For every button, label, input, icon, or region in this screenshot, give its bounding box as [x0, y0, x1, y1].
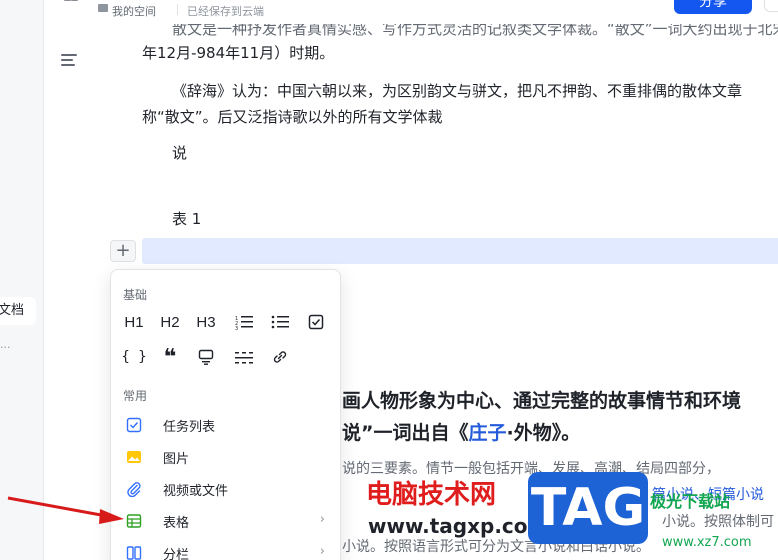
heading1-tool[interactable]: H1: [121, 309, 147, 335]
watermark-logo: TAG: [528, 472, 648, 544]
quote-label: ❝: [163, 344, 177, 370]
menu-item-image[interactable]: 图片: [115, 442, 337, 472]
doc-paragraph-line: 说: [172, 144, 188, 162]
menu-section-basic: 基础: [123, 288, 148, 302]
menu-item-table[interactable]: 表格 ›: [115, 506, 337, 536]
menu-item-task-list[interactable]: 任务列表: [115, 410, 337, 440]
breadcrumb-divider: [177, 4, 178, 15]
heading3-label: H3: [196, 313, 216, 331]
svg-text:3: 3: [235, 326, 238, 330]
doc-paragraph-line: 称“散文”。后又泛指诗歌以外的所有文学体裁: [142, 108, 443, 126]
doc-body-line: 小说。按照体制可: [662, 514, 774, 530]
menu-item-label: 任务列表: [163, 420, 216, 435]
watermark-title: 电脑技术网: [366, 480, 497, 510]
heading2-label: H2: [160, 313, 180, 331]
doc-heading-line-2: 说”一词出自《庄子·外物》。: [342, 418, 580, 445]
heading-link[interactable]: 庄子: [469, 422, 507, 444]
more-button[interactable]: [764, 0, 778, 12]
insert-block-button[interactable]: +: [110, 240, 136, 262]
menu-item-label: 表格: [163, 516, 190, 531]
checkbox-icon[interactable]: [303, 309, 329, 335]
doc-paragraph-line: 《辞海》认为：中国六朝以来，为区别韵文与骈文，把凡不押韵、不重排偶的散体文章: [172, 82, 743, 100]
menu-item-columns[interactable]: 分栏 ›: [115, 538, 337, 560]
task-icon: [125, 416, 143, 434]
doc-heading-line: 画人物形象为中心、通过完整的故事情节和环境: [342, 390, 742, 412]
menu-item-attachment[interactable]: 视频或文件: [115, 474, 337, 504]
left-sidebar: 文档 ...: [0, 0, 44, 560]
ordered-list-icon[interactable]: 123: [231, 309, 257, 335]
sidebar-item-doc[interactable]: 文档: [0, 297, 36, 325]
code-block-label: { }: [121, 349, 147, 365]
menu-item-label: 视频或文件: [163, 484, 229, 499]
outline-icon[interactable]: [61, 54, 77, 66]
sidebar-sub-item[interactable]: ...: [0, 338, 20, 351]
annotation-arrow-icon: [7, 496, 124, 524]
image-icon: [125, 448, 143, 466]
chevron-right-icon: ›: [319, 544, 325, 559]
doc-paragraph-line: 年12月-984年11月）时期。: [142, 44, 335, 62]
menu-item-label: 图片: [163, 452, 190, 467]
heading1-label: H1: [124, 313, 144, 331]
save-status: 已经保存到云端: [187, 5, 264, 18]
bullet-list-icon[interactable]: [267, 309, 293, 335]
watermark-site: 极光下载站: [650, 492, 731, 511]
heading-text: 说”一词出自《: [342, 422, 469, 444]
heading3-tool[interactable]: H3: [193, 309, 219, 335]
sidebar-item-label: 文档: [0, 303, 25, 318]
columns-icon: [125, 544, 143, 560]
breadcrumb-space[interactable]: 我的空间: [112, 3, 156, 19]
insert-menu: 基础 H1 H2 H3 123 { } ❝ 常用 任务列表 图片 视频或文件 表…: [110, 269, 341, 560]
folder-icon: [98, 4, 108, 12]
table-caption: 表 1: [172, 210, 202, 228]
heading2-tool[interactable]: H2: [157, 309, 183, 335]
quote-icon[interactable]: ❝: [157, 344, 183, 370]
divider-icon[interactable]: [231, 344, 257, 370]
share-button[interactable]: 分享: [674, 0, 752, 14]
chevron-right-icon: ›: [319, 512, 325, 527]
watermark-site-url: www.xz7.com: [662, 535, 752, 550]
code-block-icon[interactable]: { }: [121, 344, 147, 370]
menu-section-common: 常用: [123, 389, 148, 403]
callout-icon[interactable]: [193, 344, 219, 370]
heading-text: ·外物》。: [506, 422, 581, 444]
current-block-highlight[interactable]: [142, 238, 778, 264]
link-icon[interactable]: [267, 344, 293, 370]
apps-grid-icon[interactable]: [64, 0, 78, 8]
menu-item-label: 分栏: [163, 548, 190, 560]
watermark-url: www.tagxp.com: [368, 514, 549, 538]
share-button-label: 分享: [699, 0, 727, 10]
